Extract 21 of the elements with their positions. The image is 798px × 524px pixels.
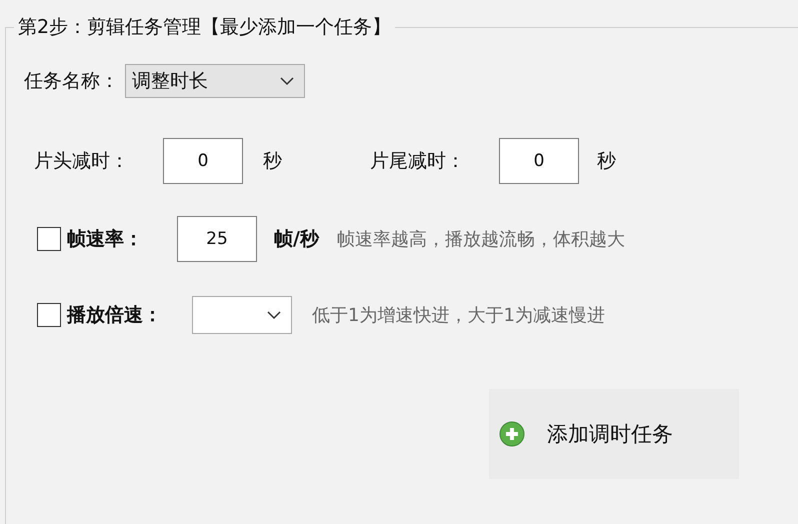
add-task-button[interactable]: 添加调时任务 <box>489 389 739 479</box>
head-trim-field[interactable]: 0 <box>163 138 243 184</box>
checkbox[interactable] <box>37 227 61 251</box>
playback-speed-label: 播放倍速： <box>67 303 162 328</box>
group-title: 第2步：剪辑任务管理【最少添加一个任务】 <box>17 15 392 40</box>
hint-text: 帧速率越高，播放越流畅，体积越大 <box>336 228 625 251</box>
task-name-label: 任务名称： <box>24 69 119 94</box>
plus-icon <box>499 421 525 447</box>
unit-label: 秒 <box>597 149 616 174</box>
tail-trim-field[interactable]: 0 <box>499 138 579 184</box>
hint-text: 低于1为增速快进，大于1为减速慢进 <box>312 304 605 327</box>
checkbox[interactable] <box>37 303 61 327</box>
unit-label: 秒 <box>263 149 282 174</box>
unit-label: 帧/秒 <box>274 227 319 252</box>
chevron-down-icon <box>267 310 281 320</box>
head-trim-label: 片头减时： <box>34 149 129 174</box>
chevron-down-icon <box>280 76 294 86</box>
frame-rate-label: 帧速率： <box>67 227 143 252</box>
task-name-dropdown[interactable]: 调整时长 <box>125 64 305 98</box>
tail-trim-label: 片尾减时： <box>370 149 465 174</box>
frame-rate-field[interactable]: 25 <box>177 216 257 262</box>
